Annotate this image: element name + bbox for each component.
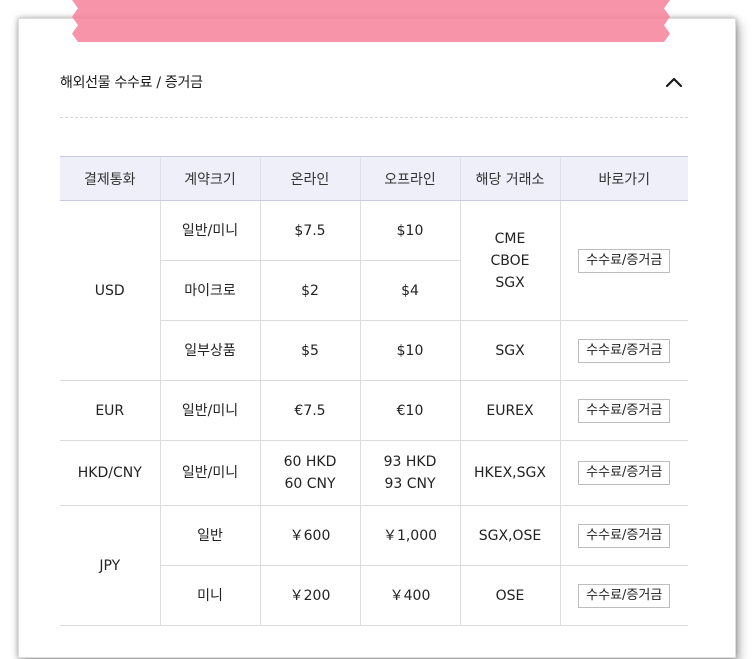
size-cell: 마이크로 [159, 260, 260, 321]
exchange-cell: SGX,OSE [459, 505, 560, 566]
header-offline: 오프라인 [359, 156, 460, 201]
fee-table: 결제통화 계약크기 온라인 오프라인 해당 거래소 바로가기 USD 일반/미니… [60, 156, 688, 626]
fee-margin-button[interactable]: 수수료/증거금 [578, 461, 671, 485]
currency-cell: HKD/CNY [60, 440, 160, 506]
fee-margin-button[interactable]: 수수료/증거금 [578, 583, 671, 608]
size-cell: 일부상품 [159, 320, 260, 381]
currency-cell: JPY [60, 505, 160, 626]
table-row: HKD/CNY 일반/미니 60 HKD 60 CNY 93 HKD 93 CN… [60, 440, 688, 506]
shortcut-cell: 수수료/증거금 [559, 440, 688, 506]
size-cell: 미니 [159, 565, 260, 626]
header-online: 온라인 [259, 156, 360, 201]
fee-margin-button[interactable]: 수수료/증거금 [578, 398, 671, 423]
fee-margin-button[interactable]: 수수료/증거금 [578, 523, 671, 548]
decorative-tape [72, 0, 670, 42]
online-fee-cell: $2 [259, 260, 360, 321]
offline-fee-cell: $10 [359, 200, 460, 261]
exchange-cell: HKEX,SGX [459, 440, 560, 506]
online-fee-cell: $7.5 [259, 200, 360, 261]
fee-margin-button[interactable]: 수수료/증거금 [578, 248, 671, 273]
shortcut-cell: 수수료/증거금 [559, 320, 688, 381]
shortcut-cell: 수수료/증거금 [559, 565, 688, 626]
chevron-up-icon[interactable] [664, 72, 684, 92]
exchange-line: CBOE [490, 252, 530, 269]
offline-fee-cell: $4 [359, 260, 460, 321]
header-contract-size: 계약크기 [159, 156, 260, 201]
exchange-cell: OSE [459, 565, 560, 626]
offline-fee-cell: ￥400 [359, 565, 460, 626]
online-fee-cell: €7.5 [259, 380, 360, 441]
shortcut-cell: 수수료/증거금 [559, 505, 688, 566]
fee-margin-button[interactable]: 수수료/증거금 [578, 338, 671, 363]
exchange-line: CME [494, 230, 526, 247]
table-row: USD 일반/미니 $7.5 $10 CME CBOE SGX 수수료/증거금 [60, 200, 688, 381]
currency-cell: EUR [60, 380, 160, 441]
exchange-line: SGX [495, 274, 525, 291]
offline-fee-cell: $10 [359, 320, 460, 381]
size-cell: 일반/미니 [159, 200, 260, 261]
accordion-header[interactable]: 해외선물 수수료 / 증거금 [60, 62, 688, 102]
table-row: JPY 일반 ￥600 ￥1,000 SGX,OSE 수수료/증거금 [60, 505, 688, 626]
shortcut-cell: 수수료/증거금 [559, 380, 688, 441]
offline-fee-cell: €10 [359, 380, 460, 441]
exchange-cell: SGX [459, 320, 560, 381]
exchange-cell: CME CBOE SGX [459, 200, 560, 321]
section-divider [60, 117, 688, 118]
online-fee-cell: ￥600 [259, 505, 360, 566]
table-header-row: 결제통화 계약크기 온라인 오프라인 해당 거래소 바로가기 [60, 156, 688, 201]
offline-fee-line: 93 CNY [384, 476, 436, 492]
header-currency: 결제통화 [60, 156, 160, 201]
online-fee-line: 60 HKD [283, 454, 337, 470]
offline-fee-cell: 93 HKD 93 CNY [359, 440, 460, 506]
size-cell: 일반/미니 [159, 440, 260, 506]
currency-cell: USD [60, 200, 160, 381]
size-cell: 일반/미니 [159, 380, 260, 441]
exchange-cell: EUREX [459, 380, 560, 441]
online-fee-cell: 60 HKD 60 CNY [259, 440, 360, 506]
table-row: EUR 일반/미니 €7.5 €10 EUREX 수수료/증거금 [60, 380, 688, 441]
online-fee-cell: ￥200 [259, 565, 360, 626]
size-cell: 일반 [159, 505, 260, 566]
online-fee-line: 60 CNY [284, 476, 336, 492]
online-fee-cell: $5 [259, 320, 360, 381]
header-exchange: 해당 거래소 [459, 156, 560, 201]
offline-fee-cell: ￥1,000 [359, 505, 460, 566]
section-title: 해외선물 수수료 / 증거금 [60, 75, 203, 91]
shortcut-cell: 수수료/증거금 [559, 200, 688, 321]
header-shortcut: 바로가기 [559, 156, 688, 201]
offline-fee-line: 93 HKD [383, 454, 437, 470]
